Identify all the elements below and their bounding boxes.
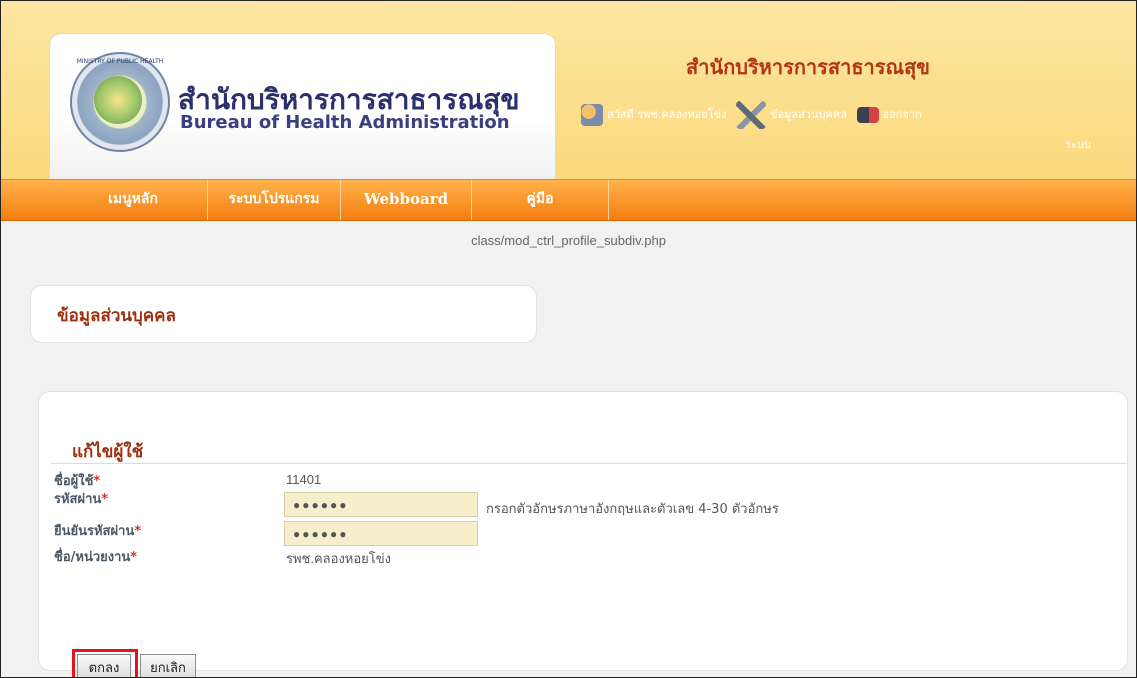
profile-link[interactable]: ข้อมูลส่วนบุคคล <box>736 95 847 135</box>
greeting-item: สวัสดี รพช.คลองหอยโข่ง <box>581 95 727 135</box>
unit-label-text: ชื่อ/หน่วยงาน <box>54 550 131 565</box>
confirm-password-input[interactable] <box>284 521 478 546</box>
unit-label: ชื่อ/หน่วยงาน* <box>54 546 137 567</box>
greeting-text: สวัสดี รพช.คลองหอยโข่ง <box>607 108 727 121</box>
required-mark: * <box>134 524 142 539</box>
nav-item-webboard[interactable]: Webboard <box>341 180 472 220</box>
profile-title: ข้อมูลส่วนบุคคล <box>57 306 176 326</box>
logo-english-text: Bureau of Health Administration <box>180 112 510 133</box>
profile-link-label: ข้อมูลส่วนบุคคล <box>770 108 848 121</box>
password-label: รหัสผ่าน* <box>54 488 108 509</box>
logo-tab[interactable]: MINISTRY OF PUBLIC HEALTH สำนักบริหารการ… <box>49 33 556 180</box>
page-frame: MINISTRY OF PUBLIC HEALTH สำนักบริหารการ… <box>0 0 1137 678</box>
logout-link-label: ออกจาก <box>882 108 922 121</box>
confirm-label-text: ยืนยันรหัสผ่าน <box>54 524 135 539</box>
required-mark: * <box>93 474 101 489</box>
confirm-password-label: ยืนยันรหัสผ่าน* <box>54 520 141 541</box>
required-mark: * <box>101 492 109 507</box>
user-links: สวัสดี รพช.คลองหอยโข่ง ข้อมูลส่วนบุคคล อ… <box>581 95 1091 165</box>
nav-item-manual[interactable]: คู่มือ <box>472 180 609 220</box>
logout-link[interactable]: ออกจาก <box>856 95 922 135</box>
form-divider <box>51 463 1127 464</box>
cancel-button[interactable]: ยกเลิก <box>140 654 196 677</box>
page-path: class/mod_ctrl_profile_subdiv.php <box>471 233 666 248</box>
header: MINISTRY OF PUBLIC HEALTH สำนักบริหารการ… <box>1 1 1136 180</box>
tools-icon <box>736 101 767 129</box>
profile-section: ข้อมูลส่วนบุคคล <box>30 285 537 343</box>
password-label-text: รหัสผ่าน <box>54 492 102 507</box>
main-nav: เมนูหลัก ระบบโปรแกรม Webboard คู่มือ <box>1 179 1136 221</box>
nav-item-main-menu[interactable]: เมนูหลัก <box>59 180 208 220</box>
ministry-seal-icon: MINISTRY OF PUBLIC HEALTH <box>70 52 170 152</box>
unit-value: รพช.คลองหอยโข่ง <box>286 551 392 566</box>
username-label-text: ชื่อผู้ใช้ <box>54 474 94 489</box>
seal-text: MINISTRY OF PUBLIC HEALTH <box>76 58 164 65</box>
password-input[interactable] <box>284 492 478 517</box>
nav-item-program-system[interactable]: ระบบโปรแกรม <box>208 180 341 220</box>
password-hint: กรอกตัวอักษรภาษาอังกฤษและตัวเลข 4-30 ตัว… <box>486 502 779 517</box>
form-title: แก้ไขผู้ใช้ <box>72 442 144 462</box>
ok-button[interactable]: ตกลง <box>77 654 131 677</box>
edit-user-form: แก้ไขผู้ใช้ ชื่อผู้ใช้* 11401 รหัสผ่าน* … <box>38 391 1128 677</box>
username-value: 11401 <box>286 472 322 487</box>
header-title: สำนักบริหารการสาธารณสุข <box>686 55 930 79</box>
required-mark: * <box>130 550 138 565</box>
seal-emblem <box>94 76 142 124</box>
users-icon <box>581 104 603 126</box>
logout-icon <box>856 107 879 123</box>
